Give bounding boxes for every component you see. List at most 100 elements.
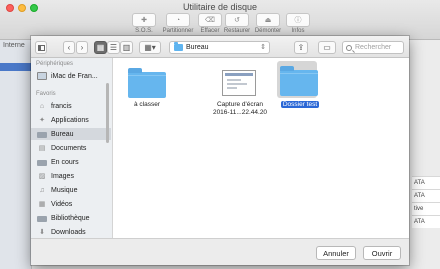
open-button[interactable]: Ouvrir bbox=[363, 246, 401, 260]
back-button[interactable]: ‹ bbox=[63, 41, 75, 54]
sidebar-section-favorites: Favoris bbox=[36, 91, 56, 97]
music-icon: ♫ bbox=[39, 186, 45, 194]
partition-button[interactable]: ◔ bbox=[166, 13, 190, 27]
sidebar-item-applications[interactable]: ✦ Applications bbox=[31, 114, 111, 126]
sidebar-section-devices: Périphériques bbox=[36, 61, 74, 67]
file-name: à classer bbox=[133, 101, 160, 108]
folder-icon bbox=[280, 66, 318, 96]
share-icon: ⇪ bbox=[297, 43, 305, 52]
forward-button[interactable]: › bbox=[76, 41, 88, 54]
file-name: Capture d'écran bbox=[216, 101, 264, 108]
file-name-detail: 2016-11...22.44.20 bbox=[212, 109, 268, 116]
sidebar-item-label: Documents bbox=[51, 144, 87, 152]
sidebar-item-musique[interactable]: ♫ Musique bbox=[31, 184, 111, 196]
sidebar-item-bibliotheque[interactable]: Bibliothèque bbox=[31, 212, 111, 224]
list-view-button[interactable]: ☰ bbox=[107, 41, 120, 54]
sidebar-item-videos[interactable]: ▦ Vidéos bbox=[31, 198, 111, 210]
tag-icon: ▭ bbox=[323, 43, 331, 52]
desktop-folder-icon bbox=[37, 131, 47, 138]
library-folder-icon bbox=[37, 215, 47, 222]
sidebar-item-downloads[interactable]: ⬇ Downloads bbox=[31, 226, 111, 238]
movies-icon: ▦ bbox=[38, 201, 46, 208]
home-icon: ⌂ bbox=[39, 102, 45, 110]
dialog-sidebar: Périphériques iMac de Fran... Favoris ⌂ … bbox=[31, 58, 113, 238]
selected-disk-row[interactable] bbox=[0, 63, 32, 71]
restore-button[interactable]: ↺ bbox=[225, 13, 249, 27]
info-button[interactable]: ⓘ bbox=[286, 13, 310, 27]
sidebar-item-francis[interactable]: ⌂ francis bbox=[31, 100, 111, 112]
window-title: Utilitaire de disque bbox=[182, 2, 258, 12]
sidebar-toggle-icon bbox=[37, 44, 45, 51]
info-label: Infos bbox=[291, 28, 305, 34]
grid-view-icon: ▦ bbox=[96, 43, 105, 52]
folder-icon bbox=[174, 42, 183, 51]
sidebar-toggle-button[interactable] bbox=[35, 41, 47, 54]
sidebar-item-label: Applications bbox=[51, 116, 89, 124]
file-name-selected: Dossier test bbox=[280, 101, 320, 108]
open-file-dialog: ‹ › ▦ ☰ ▥ ▦▾ Bureau ⇕ ⇪ ▭ Rechercher Pér… bbox=[31, 36, 409, 265]
sidebar-item-label: Bureau bbox=[51, 130, 74, 138]
disk-utility-titlebar: Utilitaire de disque ✚ S.O.S. ◔ Partitio… bbox=[0, 0, 440, 40]
info-icon: ⓘ bbox=[294, 17, 302, 24]
screenshot-thumbnail-icon bbox=[222, 70, 256, 96]
location-popup[interactable]: Bureau ⇕ bbox=[169, 41, 270, 54]
downloads-icon: ⬇ bbox=[39, 229, 45, 236]
chevron-updown-icon: ⇕ bbox=[260, 44, 266, 51]
sos-button[interactable]: ✚ bbox=[132, 13, 156, 27]
sidebar-item-images[interactable]: ▨ Images bbox=[31, 170, 111, 182]
disk-info-cell: ATA bbox=[412, 215, 440, 228]
eject-icon: ⏏ bbox=[264, 17, 272, 24]
search-placeholder: Rechercher bbox=[355, 44, 392, 51]
sidebar-item-label: iMac de Fran... bbox=[51, 72, 98, 80]
dialog-toolbar: ‹ › ▦ ☰ ▥ ▦▾ Bureau ⇕ ⇪ ▭ Rechercher bbox=[31, 36, 409, 58]
folder-icon bbox=[128, 68, 166, 98]
arrange-icon: ▦▾ bbox=[144, 43, 156, 52]
imac-icon bbox=[37, 72, 47, 80]
cancel-button[interactable]: Annuler bbox=[316, 246, 356, 260]
icon-view-button[interactable]: ▦ bbox=[94, 41, 107, 54]
partition-icon: ◔ bbox=[175, 16, 181, 24]
sidebar-scrollbar[interactable] bbox=[106, 83, 109, 143]
images-icon: ▨ bbox=[38, 173, 46, 180]
sidebar-item-label: Vidéos bbox=[51, 200, 73, 208]
disk-info-cell: tive bbox=[412, 202, 440, 215]
file-item-a-classer[interactable]: à classer bbox=[114, 58, 194, 118]
sidebar-item-imac[interactable]: iMac de Fran... bbox=[31, 70, 111, 82]
file-item-dossier-test[interactable]: Dossier test bbox=[276, 58, 324, 118]
applications-icon: ✦ bbox=[39, 117, 45, 124]
sidebar-item-label: Downloads bbox=[51, 228, 86, 236]
list-view-icon: ☰ bbox=[109, 43, 118, 52]
sidebar-heading-internal: Interne bbox=[3, 42, 25, 49]
dialog-footer: Annuler Ouvrir bbox=[31, 238, 409, 265]
sidebar-item-label: En cours bbox=[51, 158, 79, 166]
tags-button[interactable]: ▭ bbox=[318, 41, 336, 54]
sidebar-item-label: francis bbox=[51, 102, 72, 110]
arrange-button[interactable]: ▦▾ bbox=[139, 41, 161, 54]
disk-info-cell: ATA bbox=[412, 189, 440, 202]
disk-info-cell: ATA bbox=[412, 176, 440, 189]
sidebar-item-en-cours[interactable]: En cours bbox=[31, 156, 111, 168]
sidebar-item-label: Musique bbox=[51, 186, 78, 194]
erase-button[interactable]: ⌫ bbox=[198, 13, 222, 27]
location-label: Bureau bbox=[186, 44, 209, 51]
file-browser: à classer Capture d'écran 2016-11...22.4… bbox=[114, 58, 409, 238]
share-button[interactable]: ⇪ bbox=[294, 41, 308, 54]
search-icon bbox=[346, 44, 352, 51]
sidebar-item-label: Images bbox=[51, 172, 74, 180]
chevron-left-icon: ‹ bbox=[67, 43, 71, 52]
file-item-screenshot[interactable]: Capture d'écran 2016-11...22.44.20 bbox=[192, 58, 284, 128]
stethoscope-icon: ✚ bbox=[141, 17, 147, 24]
restore-icon: ↺ bbox=[234, 17, 240, 24]
sidebar-item-bureau[interactable]: Bureau bbox=[31, 128, 111, 140]
folder-icon bbox=[37, 159, 47, 166]
chevron-right-icon: › bbox=[80, 43, 84, 52]
disk-utility-sidebar: Interne bbox=[0, 40, 32, 269]
sidebar-item-documents[interactable]: ▤ Documents bbox=[31, 142, 111, 154]
column-view-icon: ▥ bbox=[122, 43, 131, 52]
unmount-button[interactable]: ⏏ bbox=[256, 13, 280, 27]
search-field[interactable]: Rechercher bbox=[342, 41, 404, 54]
documents-icon: ▤ bbox=[38, 145, 46, 152]
column-view-button[interactable]: ▥ bbox=[120, 41, 133, 54]
sidebar-item-label: Bibliothèque bbox=[51, 214, 90, 222]
erase-icon: ⌫ bbox=[205, 17, 215, 24]
